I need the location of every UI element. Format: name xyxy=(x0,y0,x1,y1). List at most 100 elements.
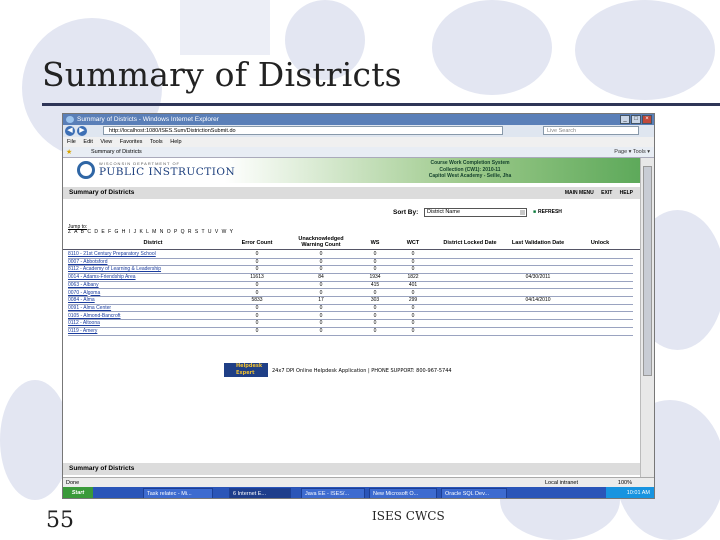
search-input[interactable]: Live Search xyxy=(543,126,639,135)
cell-ws: 0 xyxy=(373,328,377,334)
cell-warning-count: 0 xyxy=(319,289,323,296)
cell-district[interactable]: 0014 - Adams-Friendship Area xyxy=(68,274,228,282)
page-content: WISCONSIN DEPARTMENT OF PUBLIC INSTRUCTI… xyxy=(63,158,641,477)
scroll-thumb[interactable] xyxy=(643,166,652,376)
alphabet-links[interactable]: Z A B C D E F G H I J K L M N O P Q R S … xyxy=(68,229,234,235)
slide-title: Summary of Districts xyxy=(42,55,402,94)
banner-line: Capitol West Academy - Seilie, Jha xyxy=(428,173,512,179)
table-row: 0105 - Almond-Bancroft 0 0 0 0 xyxy=(68,313,633,321)
cell-district[interactable]: 0070 - Algoma xyxy=(68,290,228,298)
close-button[interactable]: × xyxy=(642,115,652,124)
cell-warning-count: 0 xyxy=(319,266,323,273)
cell-wct: 0 xyxy=(411,251,415,257)
taskbar-item[interactable]: Java EE - ISES/... xyxy=(301,488,365,498)
cell-ws: 0 xyxy=(373,289,377,296)
summary-header: Summary of Districts MAIN MENU EXIT HELP xyxy=(63,187,641,199)
cell-district[interactable]: 8112 - Academy of Learning & Leadership xyxy=(68,266,228,274)
decor-square xyxy=(180,0,270,55)
cell-district[interactable]: 0105 - Almond-Bancroft xyxy=(68,313,228,321)
cell-error-count: 0 xyxy=(255,328,259,334)
cell-ws: 0 xyxy=(373,266,377,273)
menu-tools[interactable]: Tools xyxy=(150,139,163,145)
cell-district[interactable]: 0112 - Altoona xyxy=(68,320,228,328)
taskbar: Start Task relatec - Mi... 6 Internet E.… xyxy=(63,487,654,498)
cell-warning-count: 0 xyxy=(319,258,323,265)
forward-icon[interactable]: ▶ xyxy=(77,126,87,136)
cell-error-count: 0 xyxy=(255,266,259,273)
cell-error-count: 0 xyxy=(255,304,259,311)
table-row: 0014 - Adams-Friendship Area 11613 84 1934 1… xyxy=(68,274,633,282)
menu-file[interactable]: File xyxy=(67,139,76,145)
address-bar: ◀ ▶ http://localhost:1080/ISES.Sum/Distr… xyxy=(63,125,654,137)
cell-wct: 0 xyxy=(411,258,415,265)
cell-warning-count: 0 xyxy=(319,304,323,311)
slide-footer: ISES CWCS xyxy=(372,509,445,523)
col-district[interactable]: District xyxy=(123,240,183,246)
cell-district[interactable]: 0091 - Alma Center xyxy=(68,305,228,313)
table-row: 0119 - Amery 0 0 0 0 xyxy=(68,328,633,336)
cell-warning-count: 0 xyxy=(319,328,323,334)
cell-warning-count: 84 xyxy=(318,274,324,281)
summary-header-title: Summary of Districts xyxy=(69,189,135,196)
url-field[interactable]: http://localhost:1080/ISES.Sum/Districti… xyxy=(103,126,503,135)
help-link[interactable]: HELP xyxy=(620,190,633,196)
menu-help[interactable]: Help xyxy=(170,139,181,145)
decor-circle xyxy=(575,0,715,100)
cell-warning-count: 0 xyxy=(319,281,323,288)
back-icon[interactable]: ◀ xyxy=(65,126,75,136)
cell-ws: 303 xyxy=(370,297,380,304)
maximize-button[interactable]: □ xyxy=(631,115,641,124)
cell-ws: 1934 xyxy=(369,274,381,281)
menu-favorites[interactable]: Favorites xyxy=(120,139,143,145)
col-wct[interactable]: WCT xyxy=(401,240,425,246)
taskbar-item[interactable]: Task relatec - Mi... xyxy=(143,488,213,498)
cell-district[interactable]: 0084 - Alma xyxy=(68,297,228,305)
table-row: 0007 - Abbotsford 0 0 0 0 xyxy=(68,259,633,267)
vertical-scrollbar[interactable] xyxy=(640,158,654,477)
banner-line: Course Work Completion System xyxy=(430,160,510,166)
sort-select[interactable]: District Name xyxy=(424,208,527,217)
col-locked-date[interactable]: District Locked Date xyxy=(435,240,505,246)
start-button[interactable]: Start xyxy=(63,487,93,498)
menu-view[interactable]: View xyxy=(100,139,112,145)
main-menu-link[interactable]: MAIN MENU xyxy=(565,190,594,196)
col-warning-count[interactable]: Unacknowledged Warning Count xyxy=(291,236,351,248)
taskbar-item[interactable]: Oracle SQL Dev... xyxy=(441,488,507,498)
status-bar: Done Local intranet 100% xyxy=(63,477,654,487)
favorites-star-icon[interactable]: ★ xyxy=(66,147,72,158)
col-error-count[interactable]: Error Count xyxy=(231,240,283,246)
taskbar-item[interactable]: New Microsoft O... xyxy=(369,488,437,498)
col-validation-date[interactable]: Last Validation Date xyxy=(505,240,571,246)
cell-district[interactable]: 0007 - Abbotsford xyxy=(68,259,228,267)
cell-district[interactable]: 0119 - Amery xyxy=(68,328,228,336)
cell-validation-date: 04/14/2010 xyxy=(525,297,551,304)
cell-validation-date: 04/30/2011 xyxy=(525,274,551,281)
title-rule xyxy=(42,103,720,106)
tab-summary[interactable]: Summary of Districts xyxy=(91,147,142,158)
exit-link[interactable]: EXIT xyxy=(601,190,612,196)
cell-ws: 0 xyxy=(373,251,377,257)
table-row: 0112 - Altoona 0 0 0 0 xyxy=(68,320,633,328)
minimize-button[interactable]: _ xyxy=(620,115,630,124)
table-row: 8110 - 21st Century Preparatory School 0 0… xyxy=(68,251,633,259)
status-text: Done xyxy=(66,480,80,486)
cell-wct: 0 xyxy=(411,289,415,296)
command-bar[interactable]: Page ▾ Tools ▾ xyxy=(614,147,650,158)
logo-main-text: PUBLIC INSTRUCTION xyxy=(99,166,236,178)
col-unlock[interactable]: Unlock xyxy=(583,240,617,246)
dpi-logo-icon xyxy=(77,161,95,179)
table-row: 0091 - Alma Center 0 0 0 0 xyxy=(68,305,633,313)
cell-district[interactable]: 0063 - Albany xyxy=(68,282,228,290)
cell-ws: 415 xyxy=(370,281,380,288)
col-ws[interactable]: WS xyxy=(363,240,387,246)
menu-edit[interactable]: Edit xyxy=(83,139,92,145)
cell-ws: 0 xyxy=(373,312,377,319)
cell-wct: 0 xyxy=(411,320,415,327)
slide-number: 55 xyxy=(46,508,74,533)
cell-wct: 1822 xyxy=(407,274,419,281)
taskbar-item-active[interactable]: 6 Internet E... xyxy=(229,488,291,498)
refresh-button[interactable]: REFRESH xyxy=(533,209,562,215)
table-header: District Error Count Unacknowledged Warn… xyxy=(63,236,641,250)
dpi-banner: WISCONSIN DEPARTMENT OF PUBLIC INSTRUCTI… xyxy=(63,158,641,183)
cell-district[interactable]: 8110 - 21st Century Preparatory School xyxy=(68,251,228,259)
